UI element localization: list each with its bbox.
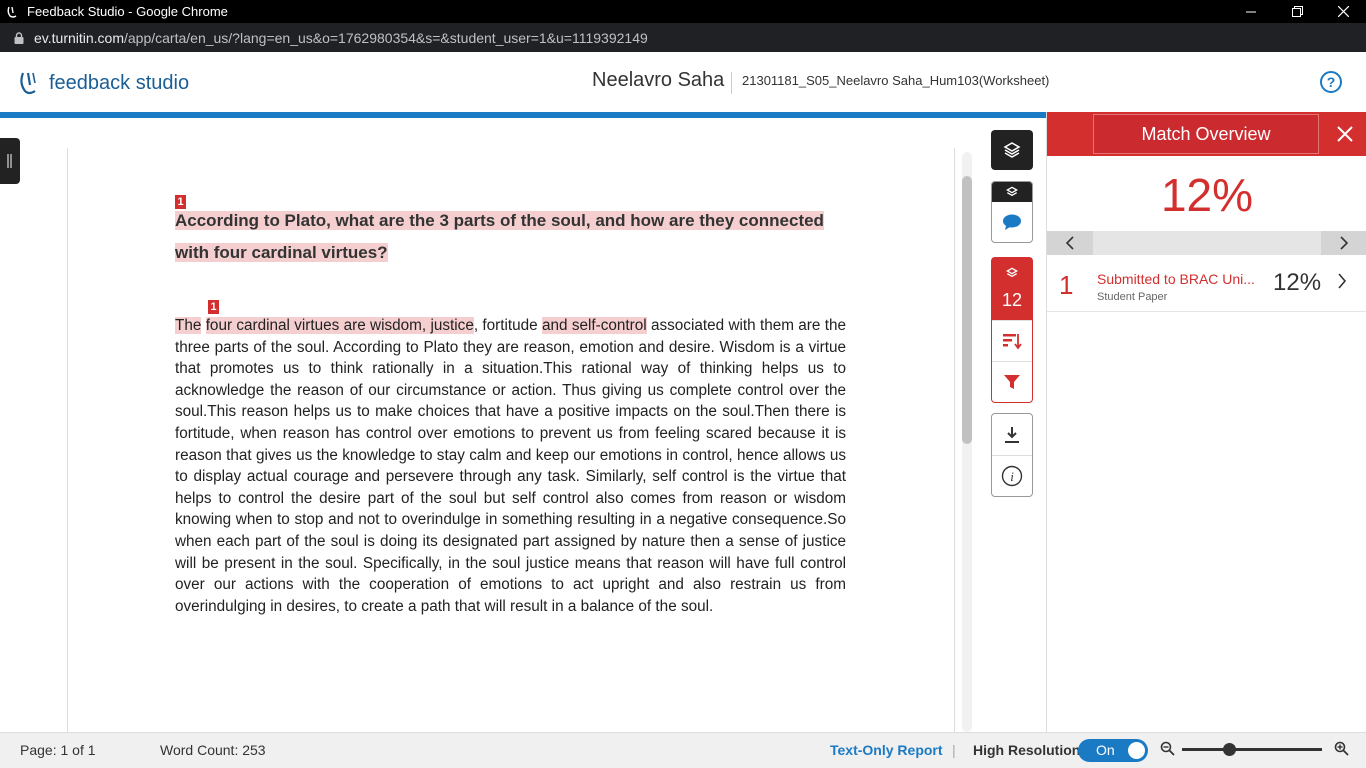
question-heading: According to Plato, what are the 3 parts… — [175, 205, 855, 269]
address-bar[interactable]: ev.turnitin.com/app/carta/en_us/?lang=en… — [0, 23, 1366, 52]
highlight-self-control[interactable]: and self-control — [542, 317, 647, 334]
close-icon — [1337, 126, 1353, 142]
utility-toolbar: i — [991, 413, 1033, 497]
similarity-count: 12 — [1001, 289, 1023, 310]
comment-cell — [1002, 202, 1022, 242]
overall-similarity-percent: 12% — [1160, 169, 1254, 221]
panel-header: Match Overview — [1047, 112, 1366, 156]
turnitin-favicon-icon — [5, 4, 21, 20]
zoom-slider-handle[interactable] — [1223, 743, 1236, 756]
grading-layer-button[interactable] — [991, 181, 1033, 243]
lock-icon — [14, 31, 26, 44]
chevron-right-icon[interactable] — [1337, 273, 1347, 294]
url-host: ev.turnitin.com — [34, 29, 124, 46]
zoom-slider[interactable] — [1182, 743, 1322, 756]
side-panel-toggle[interactable] — [0, 138, 20, 184]
document-scrollbar[interactable] — [962, 152, 972, 732]
highlight-virtues[interactable]: four cardinal virtues are wisdom, justic… — [205, 317, 474, 334]
close-window-icon[interactable] — [1320, 0, 1366, 23]
comment-icon — [1003, 214, 1021, 230]
word-count: Word Count: 253 — [160, 742, 266, 758]
url-path: /app/carta/en_us/?lang=en_us&o=176298035… — [124, 29, 648, 46]
paper-title: 21301181_S05_Neelavro Saha_Hum103(Worksh… — [742, 73, 1050, 88]
filter-button[interactable] — [992, 361, 1032, 402]
similarity-toolbar: 12 — [991, 257, 1033, 403]
source-row[interactable]: 1 Submitted to BRAC Uni... Student Paper… — [1047, 256, 1366, 312]
zoom-in-icon[interactable] — [1334, 741, 1349, 759]
high-resolution-label: High Resolution — [973, 742, 1081, 758]
layers-button[interactable] — [991, 130, 1033, 170]
feedback-studio-logo: feedback studio — [19, 70, 189, 96]
answer-paragraph: The four cardinal virtues are wisdom, ju… — [175, 315, 846, 617]
student-name: Neelavro Saha — [592, 69, 725, 91]
high-resolution-toggle[interactable]: On — [1078, 739, 1148, 762]
turnitin-logo-icon — [20, 72, 36, 95]
filter-icon — [1004, 375, 1020, 389]
page-left-edge — [67, 148, 68, 732]
browser-title-bar: Feedback Studio - Google Chrome — [0, 0, 1366, 23]
heading-line-2[interactable]: with four cardinal virtues? — [175, 243, 388, 262]
layers-icon — [1006, 267, 1018, 278]
grading-layer-header — [992, 182, 1032, 202]
zoom-out-icon[interactable] — [1160, 741, 1175, 759]
source-type: Student Paper — [1097, 291, 1168, 303]
chevron-right-icon — [1340, 236, 1349, 250]
text-fortitude: , fortitude — [473, 317, 543, 334]
scrollbar-thumb[interactable] — [962, 176, 972, 444]
source-name[interactable]: Submitted to BRAC Uni... — [1097, 271, 1255, 287]
document-viewer: 1 According to Plato, what are the 3 par… — [0, 118, 1046, 732]
similarity-button[interactable]: 12 — [992, 258, 1032, 320]
source-number: 1 — [1059, 270, 1074, 300]
toggle-knob — [1128, 742, 1145, 759]
paragraph-text: associated with them are the three parts… — [175, 317, 846, 615]
window-title: Feedback Studio - Google Chrome — [27, 4, 228, 19]
heading-line-1[interactable]: According to Plato, what are the 3 parts… — [175, 211, 824, 230]
status-bar: Page: 1 of 1 Word Count: 253 Text-Only R… — [0, 732, 1366, 768]
match-badge[interactable]: 1 — [208, 300, 219, 314]
next-match-button[interactable] — [1321, 231, 1366, 255]
text-only-report-link[interactable]: Text-Only Report — [830, 742, 943, 758]
logo-text: feedback studio — [49, 71, 190, 94]
svg-text:i: i — [1010, 469, 1014, 484]
help-icon[interactable]: ? — [1320, 71, 1342, 93]
highlight-the[interactable]: The — [175, 317, 202, 334]
download-button[interactable] — [992, 414, 1032, 455]
toggle-label: On — [1096, 742, 1115, 758]
page-indicator: Page: 1 of 1 — [20, 742, 96, 758]
layers-icon — [1003, 142, 1021, 158]
download-icon — [1005, 426, 1019, 443]
match-nav-row — [1047, 231, 1366, 255]
sort-icon — [1003, 334, 1022, 350]
match-overview-panel: Match Overview 12% 1 Submitted to BRAC U… — [1046, 112, 1366, 732]
app-header: feedback studio Neelavro Saha 21301181_S… — [0, 52, 1366, 112]
grip-icon — [7, 154, 12, 168]
footer-separator: | — [952, 742, 956, 758]
close-panel-button[interactable] — [1323, 112, 1366, 156]
panel-title: Match Overview — [1093, 114, 1319, 154]
info-button[interactable]: i — [992, 455, 1032, 496]
chevron-left-icon — [1065, 236, 1074, 250]
source-percent: 12% — [1273, 269, 1322, 296]
layers-icon — [1006, 186, 1018, 197]
previous-match-button[interactable] — [1047, 231, 1093, 255]
sort-button[interactable] — [992, 320, 1032, 361]
header-divider — [731, 72, 732, 94]
info-icon: i — [1001, 465, 1023, 487]
page-right-edge — [954, 148, 955, 732]
minimize-icon[interactable] — [1228, 0, 1274, 23]
restore-icon[interactable] — [1274, 0, 1320, 23]
